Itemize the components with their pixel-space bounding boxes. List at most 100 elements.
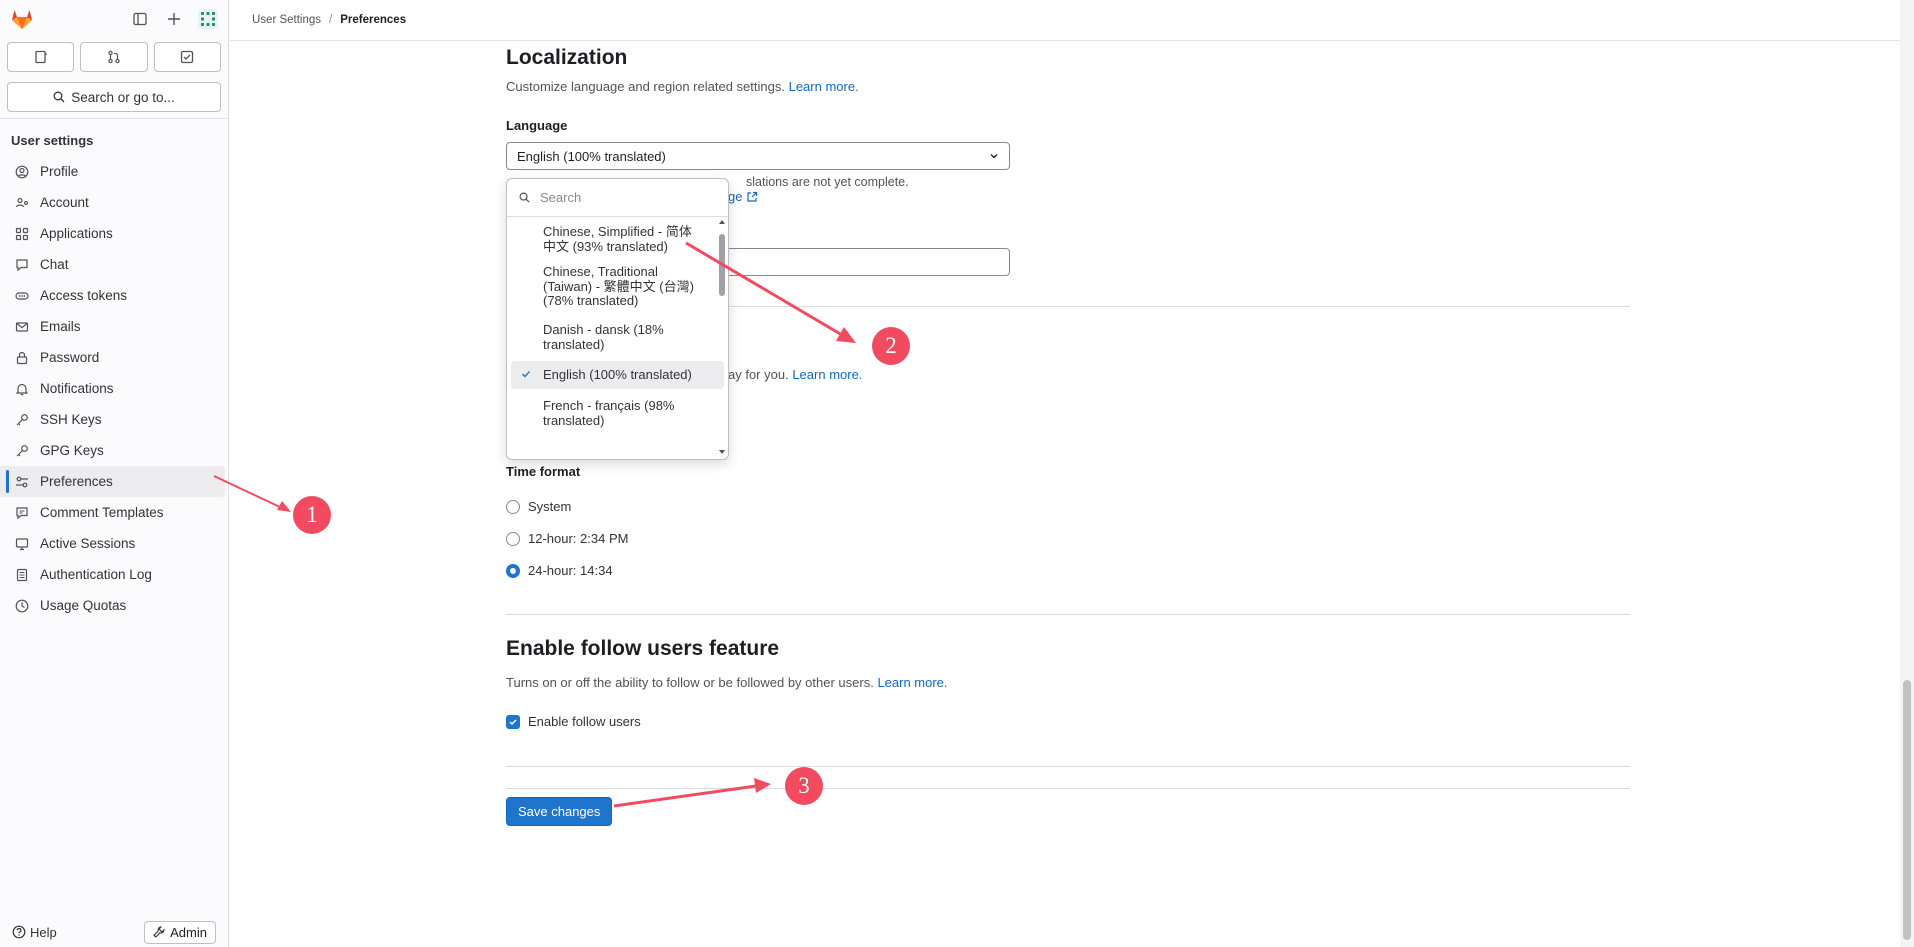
issues-icon[interactable]	[7, 42, 75, 72]
profile-icon	[14, 164, 30, 180]
account-icon	[14, 195, 30, 211]
token-icon	[14, 288, 30, 304]
time-preferences-description: ay for you. Learn more.	[728, 367, 862, 382]
scroll-up-icon[interactable]	[718, 219, 726, 225]
chevron-down-icon	[990, 154, 998, 159]
time-preferences-learn-more-link[interactable]: Learn more.	[792, 367, 862, 382]
email-icon	[14, 319, 30, 335]
language-select-value: English (100% translated)	[517, 148, 666, 164]
save-changes-button[interactable]: Save changes	[506, 797, 613, 826]
monitor-icon	[14, 536, 30, 552]
option-text: Danish - dansk (18% translated)	[543, 322, 664, 361]
quota-icon	[14, 598, 30, 614]
callout-1: 1	[293, 496, 331, 534]
language-option-da[interactable]: Danish - dansk (18% translated)	[511, 322, 724, 361]
lock-icon	[14, 350, 30, 366]
breadcrumb: User Settings / Preferences	[230, 0, 1914, 41]
sidebar-item-comment-templates[interactable]: Comment Templates	[0, 497, 225, 528]
section-divider	[506, 788, 1630, 789]
dropdown-search-placeholder: Search	[540, 190, 582, 205]
follow-description-text: Turns on or off the ability to follow or…	[506, 675, 874, 690]
avatar[interactable]	[198, 9, 218, 29]
dropdown-search-input[interactable]: Search	[507, 179, 728, 217]
sidebar-item-label: Profile	[40, 164, 79, 179]
localization-description: Customize language and region related se…	[506, 79, 1630, 94]
option-line: Danish - dansk (18%	[543, 322, 664, 337]
key-icon	[14, 443, 30, 459]
time-format-system-radio[interactable]: System	[506, 499, 571, 514]
sidebar-footer: Help Admin	[0, 917, 228, 947]
section-divider	[506, 766, 1630, 767]
help-icon	[12, 925, 26, 939]
localization-learn-more-link[interactable]: Learn more.	[789, 79, 859, 94]
follow-learn-more-link[interactable]: Learn more.	[877, 675, 947, 690]
language-option-zh-tw[interactable]: Chinese, Traditional (Taiwan) - 繁體中文 (台灣)…	[511, 264, 724, 323]
option-line: Chinese, Traditional	[543, 264, 658, 279]
help-page-link[interactable]: ge	[728, 189, 758, 204]
localization-title: Localization	[506, 46, 628, 69]
sidebar-item-profile[interactable]: Profile	[0, 156, 225, 187]
plus-icon[interactable]	[164, 9, 184, 29]
radio-button	[506, 531, 520, 546]
option-text: French - français (98% translated)	[543, 398, 675, 429]
sidebar-item-label: Authentication Log	[40, 567, 152, 582]
comment-icon	[14, 505, 30, 521]
sidebar-tabs	[0, 38, 228, 76]
language-select[interactable]: English (100% translated)	[506, 142, 1010, 170]
sidebar-item-usage-quotas[interactable]: Usage Quotas	[0, 590, 225, 621]
sidebar-item-label: Usage Quotas	[40, 598, 127, 613]
time-format-12h-radio[interactable]: 12-hour: 2:34 PM	[506, 531, 628, 546]
sidebar-item-label: Applications	[40, 226, 113, 241]
sidebar-header	[0, 0, 228, 38]
time-format-24h-radio[interactable]: 24-hour: 14:34	[506, 563, 613, 578]
sidebar-item-preferences[interactable]: Preferences	[0, 466, 225, 497]
sidebar-item-account[interactable]: Account	[0, 187, 225, 218]
scroll-down-icon[interactable]	[718, 449, 726, 455]
sidebar-item-applications[interactable]: Applications	[0, 218, 225, 249]
checkbox-label: Enable follow users	[528, 714, 641, 729]
admin-button[interactable]: Admin	[144, 920, 216, 944]
language-option-zh-cn[interactable]: Chinese, Simplified - 简体 中文 (93% translat…	[511, 224, 724, 265]
help-button[interactable]: Help	[12, 925, 57, 940]
sidebar-item-label: Active Sessions	[40, 536, 136, 551]
sidebar-item-authentication-log[interactable]: Authentication Log	[0, 559, 225, 590]
section-divider	[506, 614, 1630, 615]
sidebar-item-notifications[interactable]: Notifications	[0, 373, 225, 404]
preferences-icon	[14, 474, 30, 490]
merge-request-icon[interactable]	[80, 42, 148, 72]
check-icon	[521, 368, 531, 383]
bell-icon	[14, 381, 30, 397]
sidebar-item-active-sessions[interactable]: Active Sessions	[0, 528, 225, 559]
sidebar-item-ssh-keys[interactable]: SSH Keys	[0, 404, 225, 435]
sidebar-heading: User settings	[11, 133, 94, 148]
language-option-en[interactable]: English (100% translated)	[511, 361, 724, 389]
option-text: Chinese, Traditional (Taiwan) - 繁體中文 (台灣)…	[543, 264, 694, 323]
search-button[interactable]: Search or go to...	[7, 82, 221, 112]
sidebar-toggle-icon[interactable]	[130, 9, 150, 29]
language-option-fr[interactable]: French - français (98% translated)	[511, 389, 724, 429]
option-line: translated)	[543, 336, 605, 352]
sidebar-item-label: Account	[40, 195, 89, 210]
todo-icon[interactable]	[153, 42, 221, 72]
breadcrumb-parent[interactable]: User Settings	[252, 14, 321, 26]
sidebar-item-gpg-keys[interactable]: GPG Keys	[0, 435, 225, 466]
option-line: French - français (98%	[543, 398, 675, 413]
page-scroll-thumb[interactable]	[1903, 680, 1911, 940]
breadcrumb-current[interactable]: Preferences	[340, 14, 406, 26]
language-help-text: slations are not yet complete.	[746, 175, 909, 189]
sidebar-item-password[interactable]: Password	[0, 342, 225, 373]
localization-description-text: Customize language and region related se…	[506, 79, 785, 94]
option-line: English (100% translated)	[543, 366, 692, 382]
sidebar-item-label: Comment Templates	[40, 505, 164, 520]
enable-follow-checkbox[interactable]: Enable follow users	[506, 714, 641, 729]
sidebar-item-chat[interactable]: Chat	[0, 249, 225, 280]
sidebar-item-emails[interactable]: Emails	[0, 311, 225, 342]
sidebar-item-access-tokens[interactable]: Access tokens	[0, 280, 225, 311]
gitlab-logo[interactable]	[10, 7, 34, 31]
breadcrumb-separator: /	[329, 14, 333, 26]
key-icon	[14, 412, 30, 428]
search-label: Search or go to...	[71, 89, 175, 105]
dropdown-scroll-thumb[interactable]	[719, 234, 725, 296]
admin-label: Admin	[170, 924, 207, 940]
page-scrollbar[interactable]	[1900, 0, 1914, 947]
